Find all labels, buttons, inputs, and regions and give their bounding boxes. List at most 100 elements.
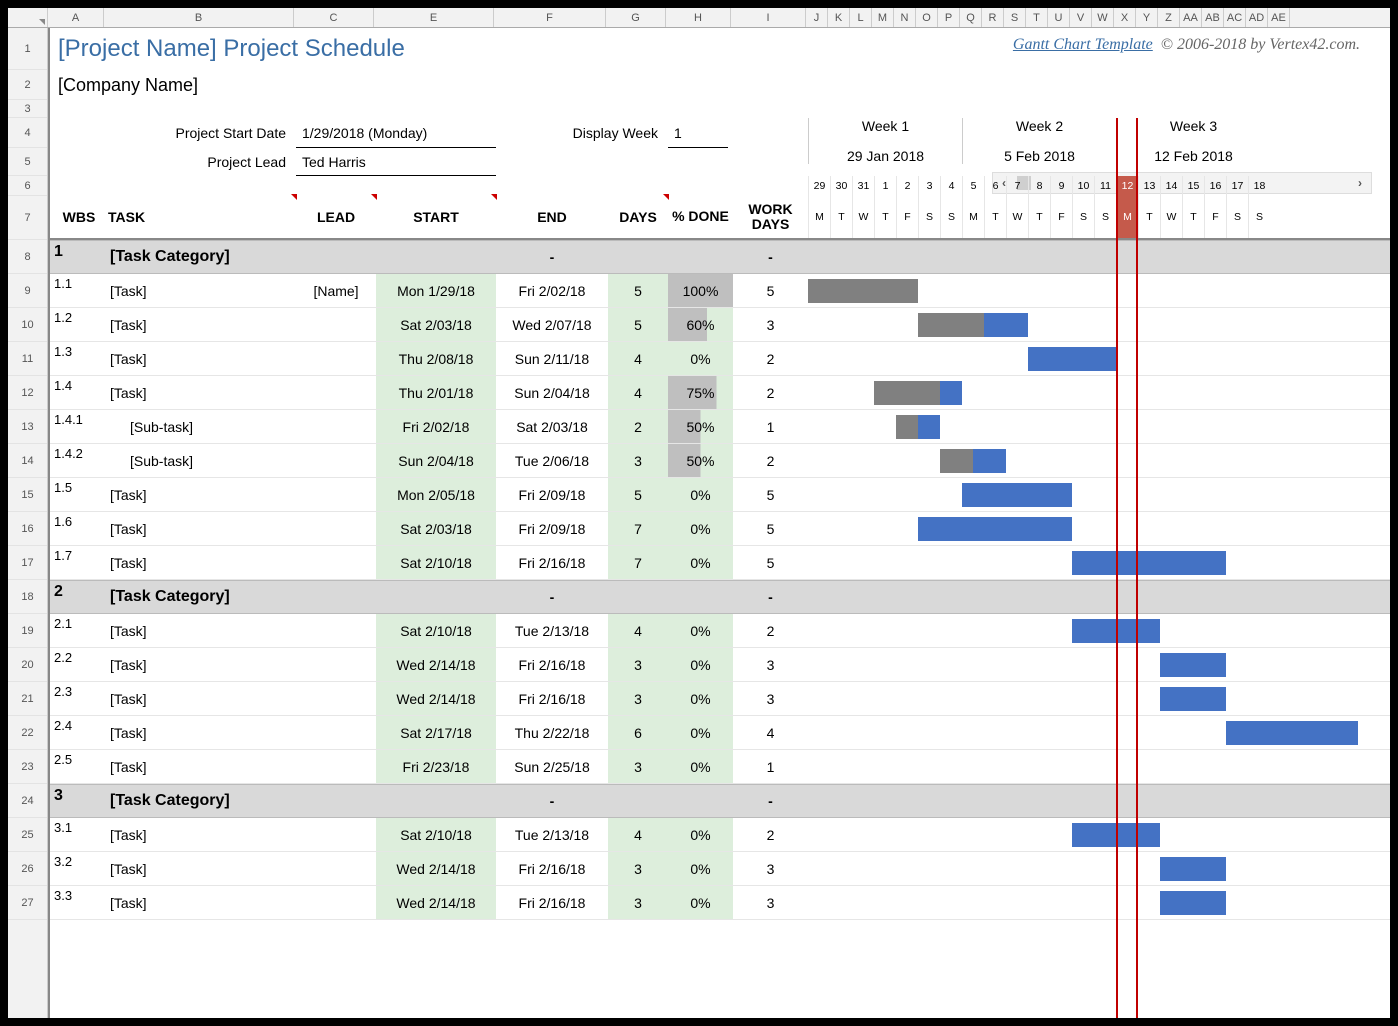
- cell-wbs[interactable]: 1.5: [50, 478, 106, 511]
- cell-wbs[interactable]: 2: [50, 581, 106, 613]
- cell-task[interactable]: [Task]: [106, 342, 296, 375]
- gantt-bar[interactable]: [1028, 347, 1116, 371]
- cell-start[interactable]: [376, 581, 496, 613]
- cell-start[interactable]: Wed 2/14/18: [376, 682, 496, 715]
- cell-end[interactable]: Fri 2/09/18: [496, 478, 608, 511]
- cell-pct[interactable]: 50%: [668, 410, 733, 443]
- task-row[interactable]: 1.4[Task]Thu 2/01/18Sun 2/04/18475%2: [50, 376, 1390, 410]
- cell-wbs[interactable]: 1.1: [50, 274, 106, 307]
- row-header-22[interactable]: 22: [8, 716, 47, 750]
- category-row[interactable]: 3[Task Category]--: [50, 784, 1390, 818]
- category-row[interactable]: 1[Task Category]--: [50, 240, 1390, 274]
- cell-lead[interactable]: [296, 886, 376, 919]
- header-wbs[interactable]: WBS: [50, 196, 106, 238]
- cell-lead[interactable]: [296, 750, 376, 783]
- column-header-V[interactable]: V: [1070, 8, 1092, 27]
- cell-wbs[interactable]: 3: [50, 785, 106, 817]
- column-header-J[interactable]: J: [806, 8, 828, 27]
- column-header-S[interactable]: S: [1004, 8, 1026, 27]
- cell-wbs[interactable]: 1.3: [50, 342, 106, 375]
- task-row[interactable]: 2.2[Task]Wed 2/14/18Fri 2/16/1830%3: [50, 648, 1390, 682]
- cell-start[interactable]: Fri 2/02/18: [376, 410, 496, 443]
- cell-lead[interactable]: [296, 342, 376, 375]
- cell-wbs[interactable]: 2.1: [50, 614, 106, 647]
- cell-pct[interactable]: 100%: [668, 274, 733, 307]
- cell-pct[interactable]: 60%: [668, 308, 733, 341]
- cell-task[interactable]: [Task Category]: [106, 581, 296, 613]
- cell-end[interactable]: Fri 2/02/18: [496, 274, 608, 307]
- cell-start[interactable]: Sat 2/03/18: [376, 308, 496, 341]
- cell-start[interactable]: Mon 1/29/18: [376, 274, 496, 307]
- cell-end[interactable]: Sun 2/04/18: [496, 376, 608, 409]
- cell-start[interactable]: Thu 2/08/18: [376, 342, 496, 375]
- project-lead-value[interactable]: Ted Harris: [296, 148, 496, 176]
- header-pct-done[interactable]: % DONE: [668, 196, 733, 238]
- cell-work[interactable]: 5: [733, 512, 808, 545]
- cell-work[interactable]: 5: [733, 478, 808, 511]
- template-link[interactable]: Gantt Chart Template: [1013, 36, 1153, 53]
- row-header-19[interactable]: 19: [8, 614, 47, 648]
- row-header-9[interactable]: 9: [8, 274, 47, 308]
- row-header-25[interactable]: 25: [8, 818, 47, 852]
- gantt-bar[interactable]: [1072, 551, 1226, 575]
- cell-days[interactable]: [608, 241, 668, 273]
- cell-pct[interactable]: 0%: [668, 342, 733, 375]
- cell-pct[interactable]: 0%: [668, 852, 733, 885]
- cell-lead[interactable]: [296, 308, 376, 341]
- cell-start[interactable]: Fri 2/23/18: [376, 750, 496, 783]
- task-row[interactable]: 2.5[Task]Fri 2/23/18Sun 2/25/1830%1: [50, 750, 1390, 784]
- cell-pct[interactable]: 0%: [668, 478, 733, 511]
- task-row[interactable]: 1.3[Task]Thu 2/08/18Sun 2/11/1840%2: [50, 342, 1390, 376]
- column-header-K[interactable]: K: [828, 8, 850, 27]
- cell-task[interactable]: [Task]: [106, 546, 296, 579]
- cell-lead[interactable]: [296, 478, 376, 511]
- cell-days[interactable]: 4: [608, 342, 668, 375]
- column-header-R[interactable]: R: [982, 8, 1004, 27]
- cell-end[interactable]: -: [496, 241, 608, 273]
- cell-lead[interactable]: [296, 376, 376, 409]
- row-header-1[interactable]: 1: [8, 28, 47, 70]
- header-days[interactable]: DAYS: [608, 196, 668, 238]
- cell-end[interactable]: Sun 2/11/18: [496, 342, 608, 375]
- task-row[interactable]: 2.1[Task]Sat 2/10/18Tue 2/13/1840%2: [50, 614, 1390, 648]
- cell-task[interactable]: [Task]: [106, 308, 296, 341]
- row-header-23[interactable]: 23: [8, 750, 47, 784]
- column-header-C[interactable]: C: [294, 8, 374, 27]
- column-header-N[interactable]: N: [894, 8, 916, 27]
- column-header-AA[interactable]: AA: [1180, 8, 1202, 27]
- header-end[interactable]: END: [496, 196, 608, 238]
- gantt-bar[interactable]: [962, 483, 1072, 507]
- cell-days[interactable]: 4: [608, 614, 668, 647]
- column-header-AE[interactable]: AE: [1268, 8, 1290, 27]
- cell-work[interactable]: 1: [733, 750, 808, 783]
- cell-end[interactable]: -: [496, 785, 608, 817]
- cell-task[interactable]: [Task Category]: [106, 785, 296, 817]
- task-row[interactable]: 3.2[Task]Wed 2/14/18Fri 2/16/1830%3: [50, 852, 1390, 886]
- project-start-value[interactable]: 1/29/2018 (Monday): [296, 118, 496, 148]
- cell-end[interactable]: Fri 2/16/18: [496, 886, 608, 919]
- column-header-F[interactable]: F: [494, 8, 606, 27]
- row-header-10[interactable]: 10: [8, 308, 47, 342]
- cell-task[interactable]: [Task]: [106, 648, 296, 681]
- task-row[interactable]: 1.2[Task]Sat 2/03/18Wed 2/07/18560%3: [50, 308, 1390, 342]
- cell-wbs[interactable]: 1: [50, 241, 106, 273]
- cell-wbs[interactable]: 2.4: [50, 716, 106, 749]
- cell-work[interactable]: 1: [733, 410, 808, 443]
- row-header-8[interactable]: 8: [8, 240, 47, 274]
- cell-start[interactable]: Wed 2/14/18: [376, 886, 496, 919]
- cell-pct[interactable]: 0%: [668, 818, 733, 851]
- cell-work[interactable]: 2: [733, 376, 808, 409]
- cell-task[interactable]: [Task]: [106, 614, 296, 647]
- cell-pct[interactable]: 0%: [668, 614, 733, 647]
- column-header-U[interactable]: U: [1048, 8, 1070, 27]
- cell-end[interactable]: Wed 2/07/18: [496, 308, 608, 341]
- column-header-A[interactable]: A: [48, 8, 104, 27]
- cell-task[interactable]: [Task]: [106, 274, 296, 307]
- cell-task[interactable]: [Task]: [106, 478, 296, 511]
- cell-end[interactable]: Fri 2/16/18: [496, 682, 608, 715]
- row-header-2[interactable]: 2: [8, 70, 47, 100]
- row-header-15[interactable]: 15: [8, 478, 47, 512]
- cell-wbs[interactable]: 3.1: [50, 818, 106, 851]
- cell-work[interactable]: 3: [733, 308, 808, 341]
- cell-lead[interactable]: [296, 241, 376, 273]
